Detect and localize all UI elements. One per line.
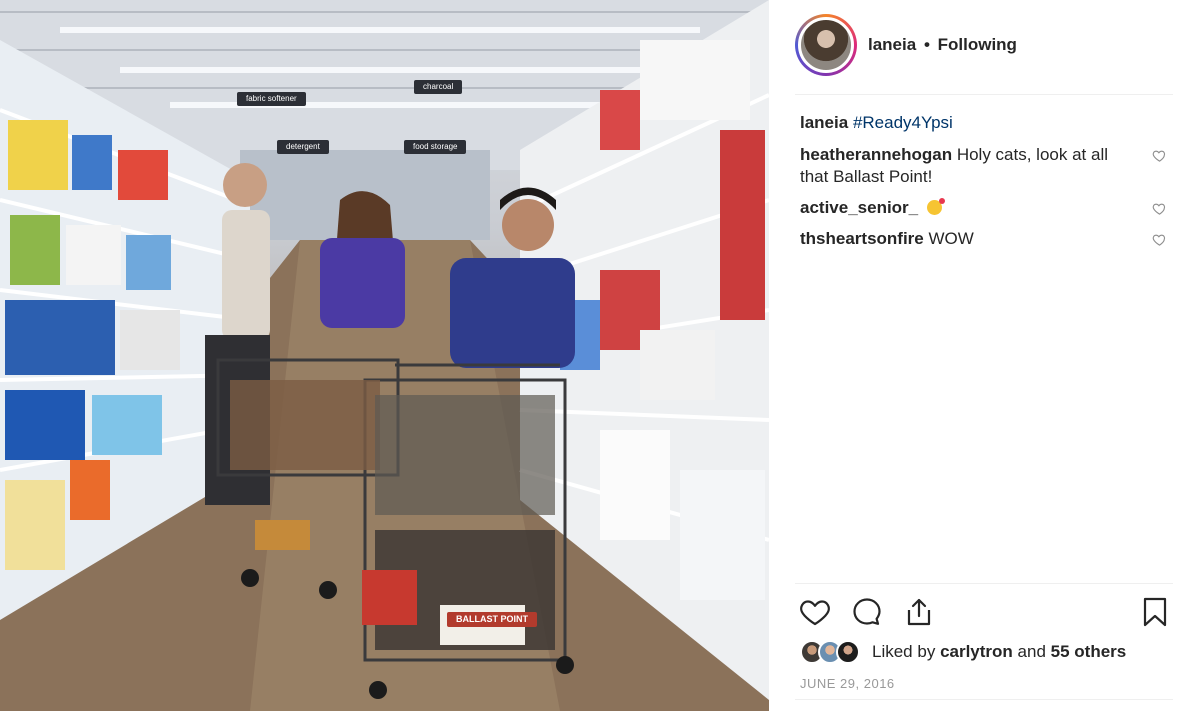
comment-username[interactable]: thsheartsonfire <box>800 229 924 248</box>
grocery-aisle-illustration <box>0 0 769 711</box>
heart-outline-icon[interactable] <box>1152 148 1167 163</box>
likes-user[interactable]: carlytron <box>940 642 1013 661</box>
bookmark-icon[interactable] <box>1139 596 1171 628</box>
aisle-sign-fabric-softener: fabric softener <box>237 92 306 106</box>
liker-avatars[interactable] <box>800 639 870 665</box>
heart-icon[interactable] <box>799 596 831 628</box>
header-text: laneia • Following <box>868 35 1017 55</box>
post-photo[interactable]: fabric softener charcoal detergent food … <box>0 0 769 711</box>
likes-summary: Liked by carlytron and 55 others <box>800 639 1126 665</box>
liker-avatar[interactable] <box>836 640 860 664</box>
aisle-sign-charcoal: charcoal <box>414 80 463 94</box>
ballast-point-box-label: BALLAST POINT <box>447 612 537 627</box>
share-upload-icon[interactable] <box>903 596 935 628</box>
following-button[interactable]: Following <box>938 35 1017 54</box>
heart-outline-icon[interactable] <box>1152 201 1167 216</box>
author-username[interactable]: laneia <box>868 35 916 54</box>
bottom-divider <box>795 699 1173 700</box>
comment-username[interactable]: active_senior_ <box>800 198 918 217</box>
caption-username[interactable]: laneia <box>800 113 848 132</box>
post-actions <box>799 596 1171 630</box>
aisle-sign-detergent: detergent <box>277 140 329 154</box>
comment-text: WOW <box>928 229 974 248</box>
comment-item: heatheranneho​gan Holy cats, look at all… <box>800 144 1173 188</box>
caption-hashtag[interactable]: #Ready4Ypsi <box>853 113 953 132</box>
likes-joiner: and <box>1017 642 1046 661</box>
comments-section: laneia #Ready4Ypsi heatheranneho​gan Hol… <box>800 112 1173 259</box>
kissing-face-emoji-icon <box>926 198 945 215</box>
story-ring[interactable] <box>795 14 857 76</box>
actions-divider <box>795 583 1173 584</box>
comment-item: thsheartsonfire WOW <box>800 228 1173 250</box>
likes-prefix: Liked by <box>872 642 936 661</box>
post-side-panel: laneia • Following laneia #Ready4Ypsi he… <box>769 0 1200 711</box>
post-header: laneia • Following <box>795 14 1173 76</box>
header-separator: • <box>923 35 930 54</box>
author-avatar[interactable] <box>798 17 854 73</box>
likes-others[interactable]: 55 others <box>1051 642 1127 661</box>
heart-outline-icon[interactable] <box>1152 232 1167 247</box>
comment-bubble-icon[interactable] <box>851 596 883 628</box>
aisle-sign-food-storage: food storage <box>404 140 467 154</box>
post-date[interactable]: JUNE 29, 2016 <box>800 676 895 691</box>
likes-text: Liked by carlytron and 55 others <box>872 642 1126 662</box>
comment-username[interactable]: heatheranneho​gan <box>800 145 952 164</box>
post-caption: laneia #Ready4Ypsi <box>800 112 1173 134</box>
comment-item: active_senior_ <box>800 197 1173 219</box>
header-divider <box>795 94 1173 95</box>
